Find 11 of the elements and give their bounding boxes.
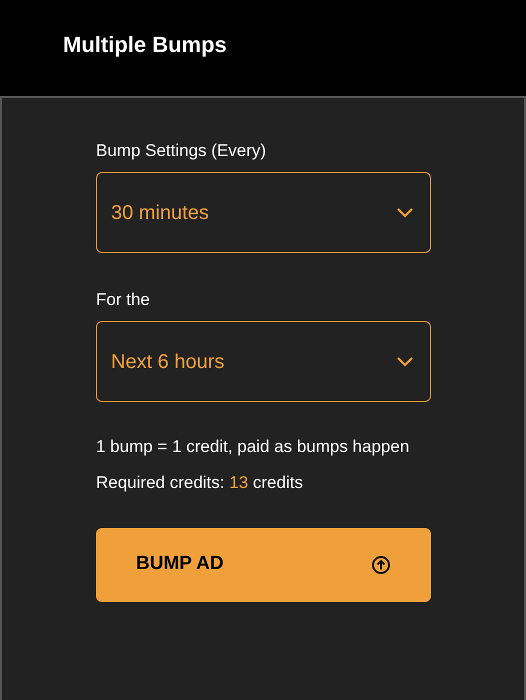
arrow-up-circle-icon [371,554,391,574]
chevron-down-icon [396,206,414,218]
dropdown-field[interactable]: 30 minutes [96,172,431,253]
credit-note: 1 bump = 1 credit, paid as bumps happen [96,436,410,458]
field-label: Bump Settings (Every) [96,140,268,162]
field-label: For the [96,289,151,311]
chevron-down-icon [396,356,414,368]
required-credits: Required credits: 13 credits [96,472,304,494]
page-title: Multiple Bumps [63,31,227,59]
dropdown-field[interactable]: Next 6 hours [96,321,431,402]
bump-ad-button[interactable]: BUMP AD [96,528,431,602]
